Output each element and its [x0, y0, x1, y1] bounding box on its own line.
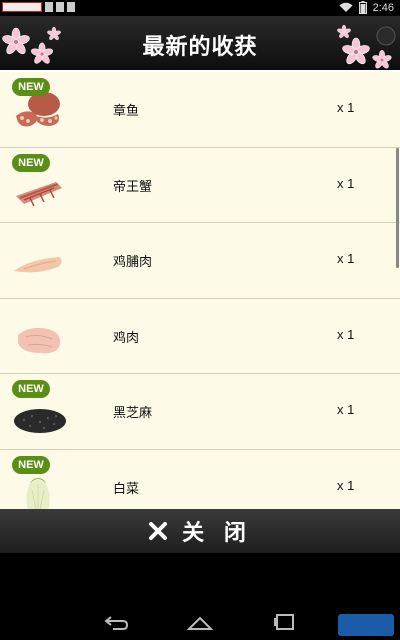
close-icon	[149, 522, 168, 540]
list-item[interactable]: NEW 黑芝麻 x 1	[0, 374, 400, 450]
notification-icon	[67, 2, 75, 12]
navigation-bar	[0, 553, 400, 640]
battery-icon	[358, 1, 367, 14]
watermark-logo	[338, 614, 394, 636]
system-tray: 2:46	[339, 1, 394, 14]
chicken-image	[18, 327, 61, 353]
item-quantity: x 1	[337, 100, 355, 115]
chicken-breast-image	[14, 257, 62, 273]
close-label: 关 闭	[182, 521, 252, 546]
item-quantity: x 1	[337, 175, 355, 191]
app-notification-icon	[2, 2, 42, 12]
item-name: 帝王蟹	[113, 179, 153, 195]
notification-icon	[56, 2, 64, 12]
wifi-icon	[339, 2, 353, 12]
item-name: 鸡肉	[113, 330, 140, 346]
item-name: 黑芝麻	[113, 406, 153, 421]
item-quantity: x 1	[337, 402, 355, 417]
item-name: 鸡脯肉	[113, 255, 153, 270]
recents-icon[interactable]	[273, 613, 297, 631]
notification-icon	[45, 2, 53, 12]
new-badge: NEW	[12, 78, 50, 96]
item-name: 白菜	[113, 481, 140, 497]
list-item[interactable]: 鸡脯肉 x 1	[0, 223, 400, 299]
item-quantity: x 1	[337, 477, 355, 493]
new-badge: NEW	[12, 455, 50, 474]
list-item[interactable]: NEW 章鱼 x 1	[0, 72, 400, 148]
home-icon[interactable]	[186, 615, 214, 631]
new-badge: NEW	[12, 153, 50, 172]
clock: 2:46	[372, 1, 394, 14]
back-icon[interactable]	[103, 615, 129, 631]
list-item[interactable]: NEW 帝王蟹 x 1	[0, 148, 400, 223]
item-name: 章鱼	[113, 104, 140, 119]
list-item[interactable]: NEW 白菜 x 1	[0, 450, 400, 509]
scrollbar[interactable]	[396, 148, 399, 268]
header: 最新的收获	[0, 16, 400, 72]
harvest-list[interactable]: NEW 章鱼 x 1 NEW 帝王蟹 x 1 鸡脯肉 x 1 鸡肉 x 1 NE…	[0, 72, 400, 509]
item-quantity: x 1	[337, 251, 355, 266]
list-item[interactable]: 鸡肉 x 1	[0, 299, 400, 374]
sakura-decoration-icon	[337, 24, 396, 69]
notification-icons	[2, 2, 75, 12]
new-badge: NEW	[12, 380, 50, 398]
status-bar: 2:46	[0, 0, 400, 16]
item-quantity: x 1	[337, 326, 355, 342]
close-button[interactable]: 关 闭	[0, 509, 400, 553]
